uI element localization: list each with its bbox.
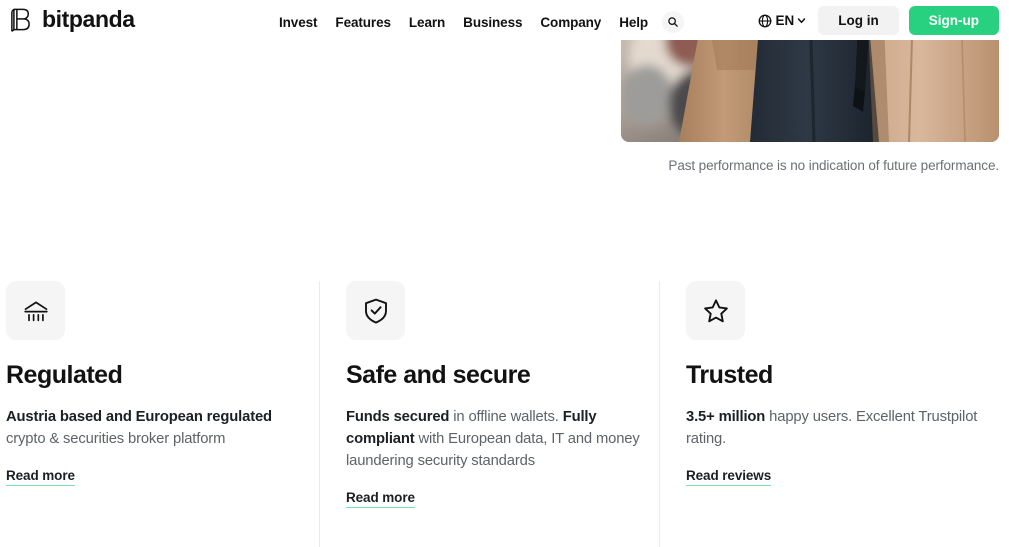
features-section: Regulated Austria based and European reg…	[0, 281, 1009, 547]
star-icon	[703, 298, 728, 322]
shield-check-icon	[364, 298, 387, 324]
nav-item-invest[interactable]: Invest	[279, 15, 318, 30]
feature-column-regulated: Regulated Austria based and European reg…	[6, 281, 306, 487]
feature-icon-tile	[6, 281, 65, 340]
read-more-link-regulated[interactable]: Read more	[6, 468, 75, 487]
signup-button[interactable]: Sign-up	[908, 6, 999, 35]
feature-body-text-1: in offline wallets.	[449, 408, 563, 425]
bank-icon	[23, 301, 48, 321]
column-divider-1	[319, 281, 320, 547]
read-reviews-link[interactable]: Read reviews	[686, 468, 771, 487]
feature-body-strong-1: Funds secured	[346, 408, 450, 425]
read-more-link-safe[interactable]: Read more	[346, 490, 415, 509]
language-selector[interactable]: EN	[758, 13, 806, 28]
nav-item-company[interactable]: Company	[540, 15, 601, 30]
login-button[interactable]: Log in	[818, 6, 899, 35]
feature-column-safe-and-secure: Safe and secure Funds secured in offline…	[346, 281, 646, 509]
brand-logo[interactable]: bitpanda	[8, 6, 135, 33]
feature-title: Trusted	[686, 361, 773, 389]
feature-icon-tile	[346, 281, 405, 340]
bitpanda-b-logo-icon	[11, 8, 30, 32]
brand-name: bitpanda	[42, 6, 135, 32]
feature-body: Austria based and European regulated cry…	[6, 406, 306, 450]
feature-title: Safe and secure	[346, 361, 531, 389]
performance-disclaimer: Past performance is no indication of fut…	[668, 158, 999, 173]
main-nav: Invest Features Learn Business Company H…	[279, 11, 685, 33]
language-label: EN	[775, 13, 795, 28]
nav-item-help[interactable]: Help	[619, 15, 648, 30]
feature-body-text: crypto & securities broker platform	[6, 430, 226, 447]
feature-column-trusted: Trusted 3.5+ million happy users. Excell…	[686, 281, 986, 487]
feature-body-strong: Austria based and European regulated	[6, 408, 272, 425]
feature-body-strong: 3.5+ million	[686, 408, 766, 425]
feature-body: Funds secured in offline wallets. Fully …	[346, 406, 646, 472]
nav-item-business[interactable]: Business	[463, 15, 522, 30]
search-button[interactable]	[662, 11, 685, 33]
nav-item-learn[interactable]: Learn	[409, 15, 445, 30]
chevron-down-icon	[798, 18, 806, 24]
nav-item-features[interactable]: Features	[335, 15, 391, 30]
column-divider-2	[659, 281, 660, 547]
globe-icon	[759, 14, 772, 27]
header-actions: EN Log in Sign-up	[758, 6, 999, 35]
site-header: bitpanda Invest Features Learn Business …	[0, 0, 1009, 40]
search-icon	[668, 17, 678, 27]
feature-icon-tile	[686, 281, 745, 340]
feature-body: 3.5+ million happy users. Excellent Trus…	[686, 406, 986, 450]
feature-title: Regulated	[6, 361, 123, 389]
